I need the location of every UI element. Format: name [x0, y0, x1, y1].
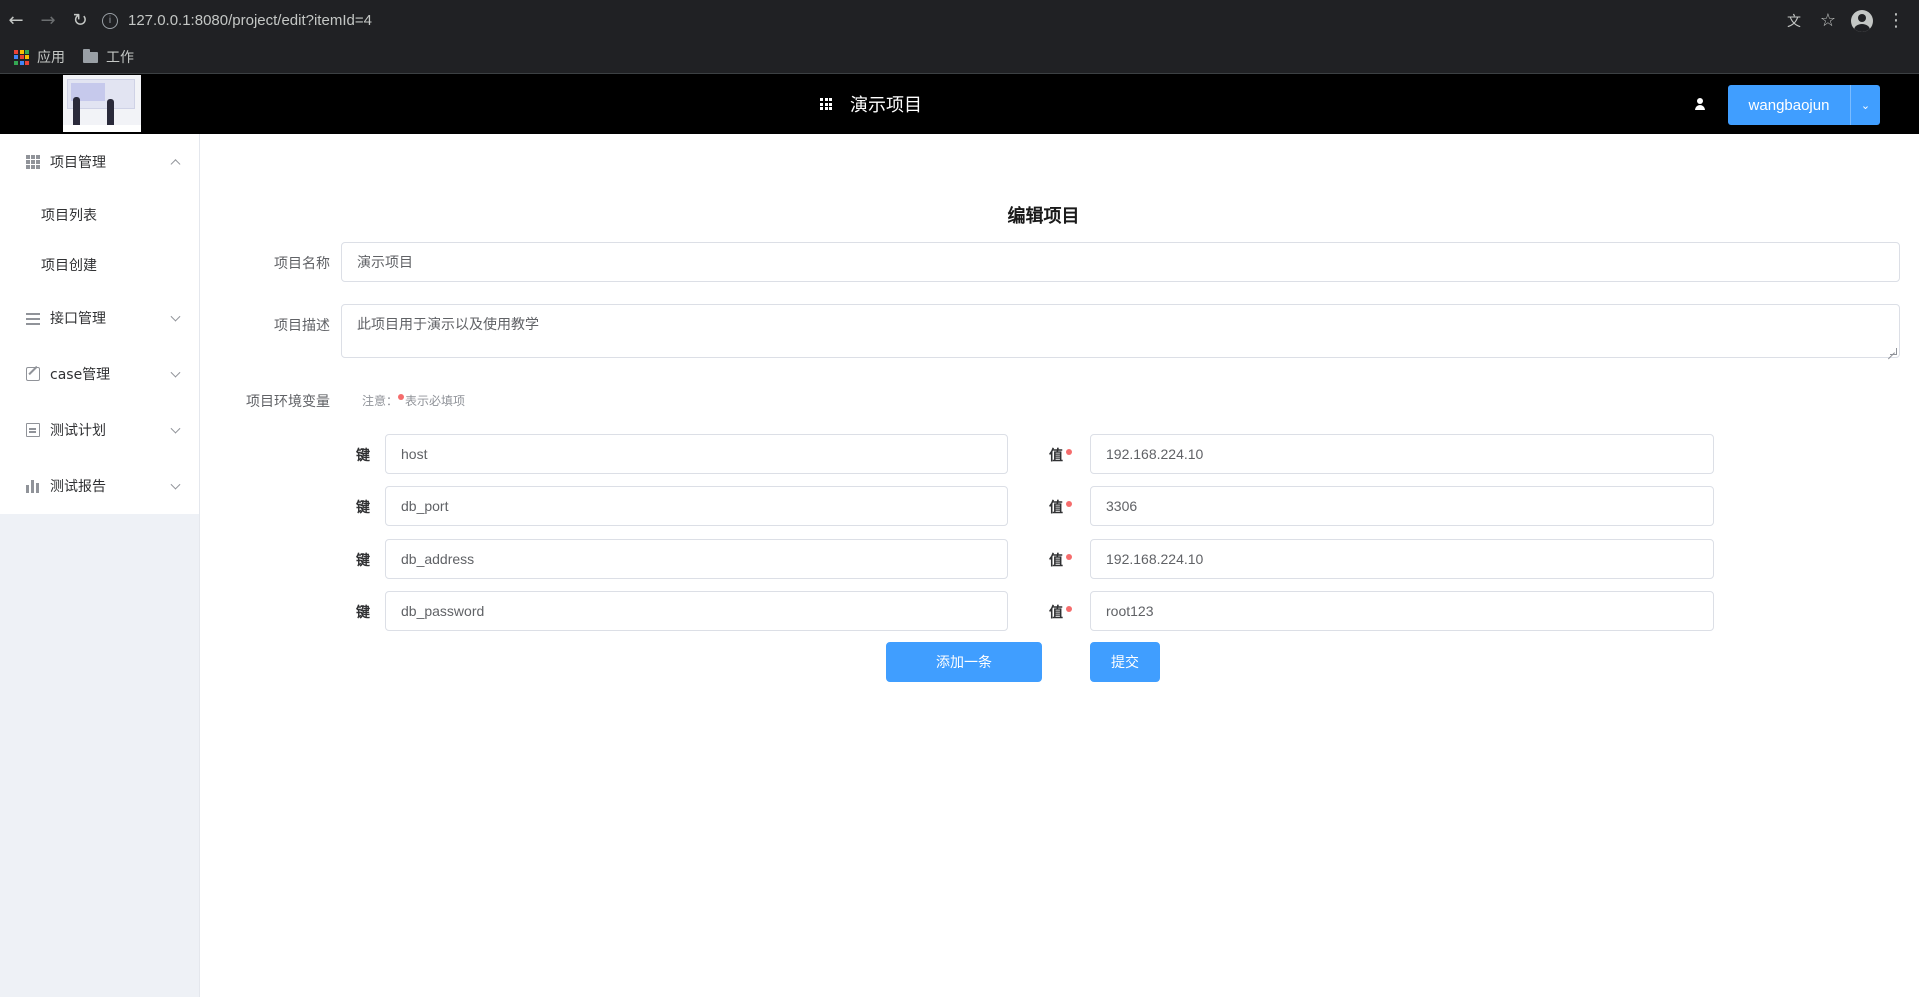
user-dropdown[interactable]: wangbaojun ⌄ — [1728, 85, 1880, 125]
value-label: 值 — [1049, 445, 1073, 465]
note-prefix: 注意： — [362, 394, 399, 408]
env-key-input[interactable]: host — [385, 434, 1008, 474]
submit-button[interactable]: 提交 — [1090, 642, 1160, 682]
env-key-value: host — [401, 446, 428, 462]
env-value-value: 192.168.224.10 — [1106, 551, 1204, 567]
env-value-input[interactable]: 192.168.224.10 — [1090, 434, 1714, 474]
chevron-down-icon — [170, 479, 181, 490]
required-dot-icon — [1066, 606, 1072, 612]
sidebar-item-test-report[interactable]: 测试报告 — [0, 458, 199, 514]
address-bar[interactable]: i 127.0.0.1:8080/project/edit?itemId=4 — [102, 6, 1779, 36]
note-text: 表示必填项 — [405, 394, 466, 408]
env-value-value: 3306 — [1106, 498, 1138, 514]
key-label: 键 — [356, 605, 370, 621]
browser-toolbar: ← → ↻ i 127.0.0.1:8080/project/edit?item… — [0, 0, 1919, 41]
bookmark-apps[interactable]: 应用 — [14, 47, 65, 67]
resize-handle-icon[interactable] — [1890, 348, 1897, 355]
value-label: 值 — [1049, 550, 1073, 570]
env-vars-label: 项目环境变量 — [246, 394, 330, 410]
env-value-input[interactable]: 192.168.224.10 — [1090, 539, 1714, 579]
key-label: 键 — [356, 448, 370, 464]
chevron-down-icon — [170, 311, 181, 322]
env-key-input[interactable]: db_address — [385, 539, 1008, 579]
username-button[interactable]: wangbaojun — [1728, 85, 1850, 125]
sidebar-menu: 项目管理 项目列表 项目创建 接口管理 case管理 测试计划 测试报告 — [0, 134, 199, 514]
sidebar-item-project-create[interactable]: 项目创建 — [0, 240, 199, 290]
apps-grid-icon — [14, 49, 29, 65]
site-info-icon[interactable]: i — [102, 12, 118, 29]
key-label: 键 — [356, 500, 370, 516]
required-note: 注意： 表示必填项 — [362, 392, 465, 409]
project-name-input[interactable]: 演示项目 — [341, 242, 1900, 282]
header-title-area: 演示项目 — [820, 74, 922, 134]
user-icon — [1694, 98, 1706, 110]
env-value-value: 192.168.224.10 — [1106, 446, 1204, 462]
document-icon — [26, 423, 40, 437]
menu-label: 测试报告 — [50, 479, 106, 495]
sidebar-item-project-list[interactable]: 项目列表 — [0, 190, 199, 240]
app-header: 演示项目 wangbaojun ⌄ — [0, 74, 1919, 134]
value-label: 值 — [1049, 602, 1073, 622]
env-key-input[interactable]: db_password — [385, 591, 1008, 631]
project-desc-label: 项目描述 — [274, 318, 330, 334]
form-title: 编辑项目 — [1007, 206, 1080, 227]
more-menu-icon[interactable]: ⋮ — [1881, 5, 1911, 37]
key-label: 键 — [356, 553, 370, 569]
required-dot-icon — [1066, 501, 1072, 507]
sidebar-item-api-management[interactable]: 接口管理 — [0, 290, 199, 346]
grid-icon — [820, 98, 832, 110]
translate-icon[interactable]: 文 — [1779, 5, 1809, 37]
env-value-input[interactable]: root123 — [1090, 591, 1714, 631]
menu-label: case管理 — [50, 367, 111, 383]
bookmarks-bar: 应用 工作 — [0, 41, 1919, 73]
project-desc-value: 此项目用于演示以及使用教学 — [357, 316, 539, 332]
required-dot-icon — [1066, 554, 1072, 560]
project-name-label: 项目名称 — [274, 256, 330, 272]
chevron-down-icon[interactable]: ⌄ — [1850, 85, 1880, 125]
env-key-value: db_password — [401, 603, 485, 619]
chevron-up-icon — [170, 159, 181, 170]
project-name-value: 演示项目 — [357, 254, 413, 270]
required-dot-icon — [1066, 449, 1072, 455]
folder-icon — [83, 48, 98, 63]
profile-icon[interactable] — [1847, 5, 1877, 37]
forward-arrow-icon[interactable]: → — [32, 5, 64, 37]
sidebar-item-test-plan[interactable]: 测试计划 — [0, 402, 199, 458]
bookmark-star-icon[interactable]: ☆ — [1813, 5, 1843, 37]
bookmark-label: 工作 — [106, 50, 134, 66]
required-dot-icon — [398, 393, 405, 400]
chevron-down-icon — [170, 367, 181, 378]
chevron-down-icon — [170, 423, 181, 434]
url-text: 127.0.0.1:8080/project/edit?itemId=4 — [128, 12, 372, 29]
env-value-value: root123 — [1106, 603, 1154, 619]
list-icon — [26, 311, 40, 325]
add-row-button[interactable]: 添加一条 — [886, 642, 1042, 682]
env-key-value: db_port — [401, 498, 449, 514]
menu-label: 测试计划 — [50, 423, 106, 439]
logo[interactable] — [63, 75, 141, 132]
back-arrow-icon[interactable]: ← — [0, 5, 32, 37]
bar-chart-icon — [26, 479, 40, 493]
page-title: 演示项目 — [850, 95, 922, 116]
main-content: 编辑项目 项目名称 演示项目 项目描述 此项目用于演示以及使用教学 项目环境变量… — [200, 134, 1919, 997]
env-key-value: db_address — [401, 551, 475, 567]
sidebar: 项目管理 项目列表 项目创建 接口管理 case管理 测试计划 测试报告 — [0, 134, 200, 997]
sidebar-item-project-management[interactable]: 项目管理 — [0, 134, 199, 190]
value-label: 值 — [1049, 497, 1073, 517]
reload-icon[interactable]: ↻ — [64, 5, 96, 37]
menu-label: 项目管理 — [50, 155, 106, 171]
edit-icon — [26, 367, 40, 381]
bookmark-folder-work[interactable]: 工作 — [83, 47, 134, 67]
project-desc-textarea[interactable]: 此项目用于演示以及使用教学 — [341, 304, 1900, 358]
sidebar-item-case-management[interactable]: case管理 — [0, 346, 199, 402]
menu-label: 接口管理 — [50, 311, 106, 327]
env-value-input[interactable]: 3306 — [1090, 486, 1714, 526]
grid-icon — [26, 155, 40, 169]
bookmark-label: 应用 — [37, 50, 65, 66]
env-key-input[interactable]: db_port — [385, 486, 1008, 526]
